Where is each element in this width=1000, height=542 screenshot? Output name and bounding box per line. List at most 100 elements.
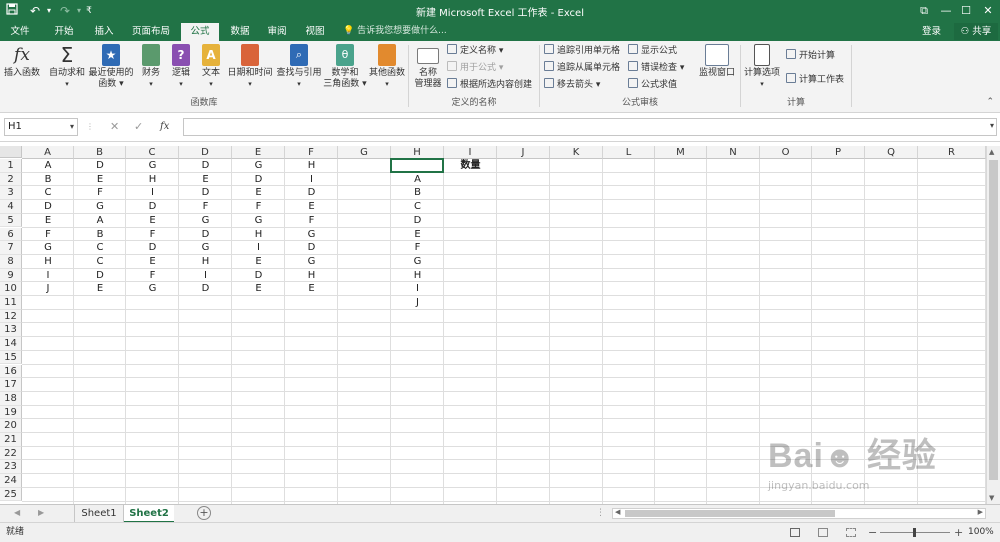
column-header-f[interactable]: F — [285, 146, 338, 159]
scroll-right-icon[interactable]: ▶ — [978, 508, 983, 516]
cell-h8[interactable]: G — [391, 255, 444, 269]
cell-e6[interactable]: H — [232, 228, 285, 242]
row-header-23[interactable]: 23 — [0, 460, 22, 475]
cell-c2[interactable]: H — [126, 173, 179, 187]
column-header-l[interactable]: L — [603, 146, 655, 159]
cell-f2[interactable]: I — [285, 173, 338, 187]
vertical-scroll-thumb[interactable] — [989, 160, 998, 480]
cell-e1[interactable]: G — [232, 159, 285, 173]
cell-a4[interactable]: D — [22, 200, 74, 214]
calculate-now-button[interactable]: 开始计算 — [786, 49, 835, 63]
cell-b5[interactable]: A — [74, 214, 126, 228]
cell-h10[interactable]: I — [391, 282, 444, 296]
cell-e10[interactable]: E — [232, 282, 285, 296]
scroll-sheets-right-icon[interactable]: ▶ — [38, 508, 44, 517]
cell-b7[interactable]: C — [74, 241, 126, 255]
row-header-13[interactable]: 13 — [0, 323, 22, 338]
remove-arrows-button[interactable]: 移去箭头 ▾ — [544, 78, 600, 92]
insert-function-icon[interactable]: fx — [160, 118, 169, 136]
cell-i1[interactable]: 数量 — [444, 159, 497, 173]
scroll-left-icon[interactable]: ◀ — [615, 508, 620, 516]
cell-c9[interactable]: F — [126, 269, 179, 283]
cell-a6[interactable]: F — [22, 228, 74, 242]
more-options-icon[interactable]: ⋮ — [86, 118, 94, 136]
cell-a10[interactable]: J — [22, 282, 74, 296]
column-header-q[interactable]: Q — [865, 146, 918, 159]
tab-view[interactable]: 视图 — [298, 22, 332, 41]
worksheet-grid[interactable]: A B C D E F G H I J K L M N O P Q R 1 2 3 4 5 6 7 8 9 10 11 12 13 14 15 1… — [0, 146, 1000, 504]
tell-me-box[interactable]: 💡 告诉我您想要做什么... — [343, 22, 447, 41]
row-header-24[interactable]: 24 — [0, 474, 22, 488]
column-header-m[interactable]: M — [655, 146, 707, 159]
row-header-6[interactable]: 6 — [0, 227, 22, 242]
show-formulas-button[interactable]: 显示公式 — [628, 44, 677, 58]
share-button[interactable]: ⚇ 共享 — [954, 23, 998, 40]
cell-b8[interactable]: C — [74, 255, 126, 269]
use-in-formula-button[interactable]: 用于公式 ▾ — [447, 61, 503, 75]
row-header-15[interactable]: 15 — [0, 350, 22, 365]
cell-h7[interactable]: F — [391, 241, 444, 255]
cell-e2[interactable]: D — [232, 173, 285, 187]
datetime-button[interactable]: 日期和时间 ▾ — [227, 44, 273, 90]
cell-b3[interactable]: F — [74, 186, 126, 200]
cell-h5[interactable]: D — [391, 214, 444, 228]
column-header-o[interactable]: O — [760, 146, 812, 159]
cell-c10[interactable]: G — [126, 282, 179, 296]
cell-c3[interactable]: I — [126, 186, 179, 200]
tab-review[interactable]: 审阅 — [261, 22, 293, 41]
page-layout-view-icon[interactable] — [818, 528, 828, 537]
cell-e8[interactable]: E — [232, 255, 285, 269]
trace-dependents-button[interactable]: 追踪从属单元格 — [544, 61, 620, 75]
column-header-a[interactable]: A — [22, 146, 74, 159]
column-header-k[interactable]: K — [550, 146, 603, 159]
column-header-i[interactable]: I — [444, 146, 497, 159]
cell-d8[interactable]: H — [179, 255, 232, 269]
formula-input[interactable] — [183, 118, 997, 136]
minimize-button[interactable]: — — [936, 2, 956, 20]
autosum-button[interactable]: Σ 自动求和 ▾ — [48, 44, 86, 90]
cell-h3[interactable]: B — [391, 186, 444, 200]
vertical-scrollbar[interactable]: ▲ ▼ — [986, 146, 1000, 504]
cell-a5[interactable]: E — [22, 214, 74, 228]
cell-b9[interactable]: D — [74, 269, 126, 283]
column-header-n[interactable]: N — [707, 146, 760, 159]
cell-h11[interactable]: J — [391, 296, 444, 310]
cell-e5[interactable]: G — [232, 214, 285, 228]
cell-a9[interactable]: I — [22, 269, 74, 283]
logical-button[interactable]: ? 逻辑 ▾ — [170, 44, 192, 90]
cell-h2[interactable]: A — [391, 173, 444, 187]
column-header-g[interactable]: G — [338, 146, 391, 159]
normal-view-icon[interactable] — [790, 528, 800, 537]
cell-d5[interactable]: G — [179, 214, 232, 228]
cell-b2[interactable]: E — [74, 173, 126, 187]
cell-f5[interactable]: F — [285, 214, 338, 228]
maximize-button[interactable]: ☐ — [956, 2, 976, 20]
row-header-21[interactable]: 21 — [0, 433, 22, 447]
row-header-4[interactable]: 4 — [0, 200, 22, 214]
evaluate-formula-button[interactable]: 公式求值 — [628, 78, 677, 92]
row-header-22[interactable]: 22 — [0, 446, 22, 461]
row-header-7[interactable]: 7 — [0, 241, 22, 255]
login-link[interactable]: 登录 — [922, 22, 941, 41]
cell-a8[interactable]: H — [22, 255, 74, 269]
name-manager-button[interactable]: 名称 管理器 — [412, 44, 444, 90]
row-header-9[interactable]: 9 — [0, 268, 22, 283]
sheet-tab-sheet1[interactable]: Sheet1 — [74, 505, 124, 523]
cell-f9[interactable]: H — [285, 269, 338, 283]
select-all-corner[interactable] — [0, 146, 22, 158]
cell-b1[interactable]: D — [74, 159, 126, 173]
cell-e9[interactable]: D — [232, 269, 285, 283]
tab-page-layout[interactable]: 页面布局 — [126, 22, 176, 41]
zoom-out-icon[interactable]: − — [868, 523, 877, 542]
cell-b4[interactable]: G — [74, 200, 126, 214]
row-header-17[interactable]: 17 — [0, 378, 22, 392]
cell-c8[interactable]: E — [126, 255, 179, 269]
horizontal-scroll-thumb[interactable] — [625, 510, 835, 517]
cell-f10[interactable]: E — [285, 282, 338, 296]
cell-e7[interactable]: I — [232, 241, 285, 255]
collapse-ribbon-icon[interactable]: ⌃ — [986, 97, 994, 107]
row-header-19[interactable]: 19 — [0, 405, 22, 420]
cell-a2[interactable]: B — [22, 173, 74, 187]
column-header-c[interactable]: C — [126, 146, 179, 159]
tab-formulas[interactable]: 公式 — [181, 23, 219, 41]
